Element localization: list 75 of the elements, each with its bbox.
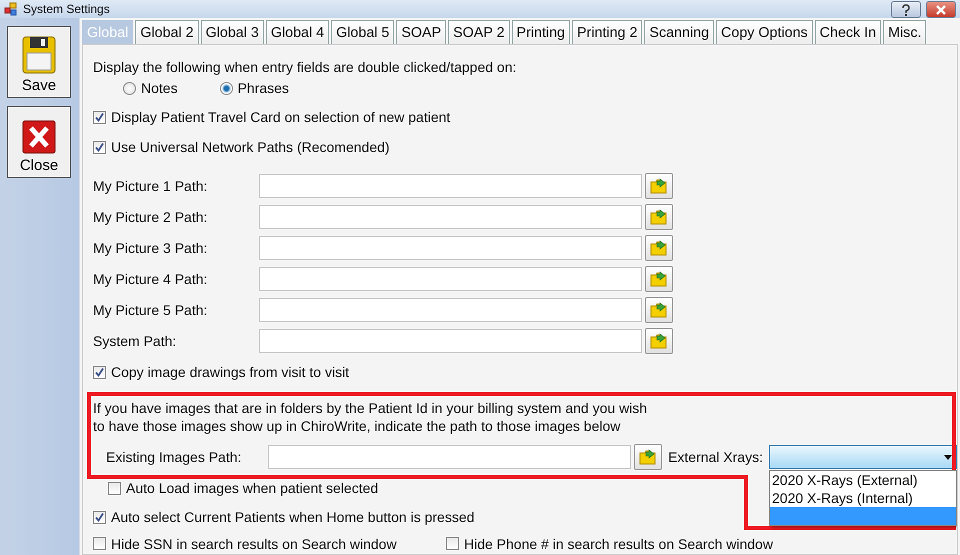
- tab[interactable]: Global 5: [331, 20, 394, 44]
- caret-icon: [944, 454, 952, 460]
- folder-icon: [650, 178, 668, 194]
- folder-icon: [650, 302, 668, 318]
- instruction-text: If you have images that are in folders by the Patient Id in your billing system and you wish: [93, 399, 648, 417]
- radio-button[interactable]: [220, 82, 233, 94]
- folder-icon: [650, 209, 668, 225]
- path-field[interactable]: [259, 205, 642, 229]
- window-title: System Settings: [23, 2, 110, 16]
- checkbox-label: Display Patient Travel Card on selection of new patient: [111, 109, 450, 125]
- checkbox[interactable]: [93, 510, 106, 524]
- folder-icon: [639, 449, 658, 465]
- close-icon: [21, 119, 57, 155]
- browse-folder-button[interactable]: [645, 204, 673, 230]
- browse-folder-button[interactable]: [634, 444, 662, 470]
- browse-folder-button[interactable]: [645, 297, 673, 323]
- radio-label: Notes: [141, 80, 178, 96]
- option-prompt: Display the following when entry fields are double clicked/tapped on:: [93, 59, 518, 75]
- help-icon: [901, 4, 911, 16]
- folder-icon: [650, 240, 668, 256]
- path-field[interactable]: [259, 236, 642, 260]
- tab[interactable]: Copy Options: [716, 20, 813, 44]
- close-button[interactable]: Close: [7, 106, 71, 178]
- field-label: My Picture 3 Path:: [93, 240, 208, 256]
- field-label: Existing Images Path:: [106, 449, 242, 465]
- path-field[interactable]: [268, 445, 632, 469]
- path-field[interactable]: [259, 329, 642, 353]
- tab[interactable]: Check In: [814, 20, 882, 44]
- tab[interactable]: Misc.: [883, 20, 926, 44]
- checkbox-label: Auto select Current Patients when Home button is pressed: [111, 509, 474, 525]
- radio-button[interactable]: [123, 82, 136, 94]
- path-field[interactable]: [259, 267, 642, 291]
- dropdown[interactable]: [769, 445, 957, 469]
- checkbox-label: Hide SSN in search results on Search window: [111, 536, 397, 552]
- save-button[interactable]: Save: [7, 26, 71, 98]
- tab[interactable]: Global 4: [266, 20, 330, 44]
- browse-folder-button[interactable]: [645, 235, 673, 261]
- path-field[interactable]: [259, 174, 642, 198]
- app-icon: [4, 2, 18, 16]
- dropdown-option[interactable]: 2020 X-Rays (External): [770, 471, 956, 489]
- instruction-text: to have those images show up in ChiroWrite, indicate the path to those images below: [93, 417, 622, 435]
- checkbox-label: Auto Load images when patient selected: [126, 480, 378, 496]
- checkbox[interactable]: [93, 140, 106, 154]
- radio-label: Phrases: [238, 80, 289, 96]
- field-label: My Picture 5 Path:: [93, 302, 208, 318]
- dropdown-option[interactable]: 2020 X-Rays (Internal): [770, 489, 956, 507]
- close-icon: [935, 4, 947, 14]
- checkbox[interactable]: [93, 110, 106, 124]
- help-button[interactable]: [891, 1, 921, 18]
- browse-folder-button[interactable]: [645, 173, 673, 199]
- tab[interactable]: Printing: [512, 20, 570, 44]
- field-label: My Picture 4 Path:: [93, 271, 208, 287]
- field-label: System Path:: [93, 333, 178, 349]
- checkbox-label: Hide Phone # in search results on Search window: [464, 536, 773, 552]
- tab[interactable]: Global 2: [135, 20, 199, 44]
- tab[interactable]: Global 3: [200, 20, 264, 44]
- field-label: External Xrays:: [668, 449, 763, 465]
- folder-icon: [650, 333, 668, 349]
- path-field[interactable]: [259, 298, 642, 322]
- checkbox[interactable]: [108, 482, 121, 494]
- checkbox-label: Copy image drawings from visit to visit: [111, 364, 350, 380]
- field-label: My Picture 1 Path:: [93, 178, 208, 194]
- field-label: My Picture 2 Path:: [93, 209, 208, 225]
- browse-folder-button[interactable]: [645, 328, 673, 354]
- checkbox[interactable]: [93, 366, 106, 378]
- tab[interactable]: SOAP 2: [448, 20, 510, 44]
- tab[interactable]: Printing 2: [572, 20, 642, 44]
- browse-folder-button[interactable]: [645, 266, 673, 292]
- checkbox[interactable]: [446, 537, 459, 550]
- tab[interactable]: SOAP: [396, 20, 446, 44]
- checkbox[interactable]: [93, 537, 106, 550]
- checkbox-label: Use Universal Network Paths (Recomended): [111, 139, 390, 155]
- folder-icon: [650, 271, 668, 287]
- tab[interactable]: Scanning: [644, 20, 714, 44]
- close-button[interactable]: [926, 1, 956, 18]
